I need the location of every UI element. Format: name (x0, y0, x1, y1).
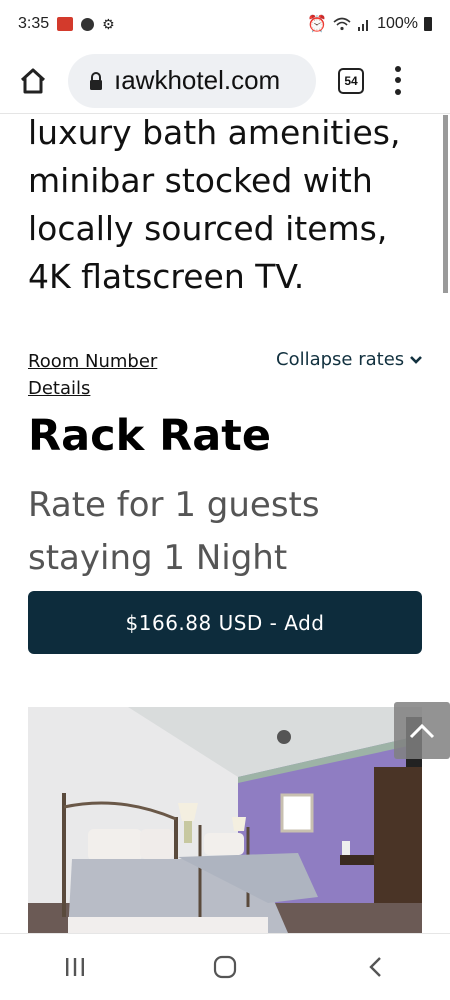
home-button[interactable] (12, 60, 54, 102)
recent-apps-icon (66, 958, 84, 976)
status-time: 3:35 (18, 15, 50, 32)
recent-apps-button[interactable] (45, 947, 105, 987)
browser-toolbar: ıawkhotel.com 54 (0, 48, 450, 114)
tab-switcher-button[interactable]: 54 (338, 67, 364, 94)
address-bar[interactable]: ıawkhotel.com (68, 53, 316, 108)
url-text: ıawkhotel.com (114, 65, 281, 95)
wifi-icon (333, 17, 351, 31)
notification-icon (57, 17, 74, 31)
back-to-top-button[interactable] (394, 702, 450, 759)
page-content[interactable]: luxury bath amenities, minibar stocked w… (0, 115, 450, 933)
collapse-rates-toggle[interactable]: Collapse rates (276, 348, 423, 372)
system-nav-bar (0, 933, 450, 1000)
chevron-down-icon (410, 356, 423, 364)
home-circle-icon (213, 955, 237, 979)
lock-icon (90, 71, 102, 90)
menu-dot (395, 66, 401, 73)
home-icon (20, 68, 46, 93)
scrollbar[interactable] (443, 115, 448, 293)
rate-title: Rack Rate (28, 411, 272, 461)
room-description: luxury bath amenities, minibar stocked w… (28, 115, 401, 296)
back-icon (369, 957, 381, 977)
rate-description: Rate for 1 guests staying 1 Night (28, 485, 320, 578)
settings-icon: ⚙ (102, 15, 115, 32)
signal-icon (358, 20, 369, 31)
add-rate-button[interactable]: $166.88 USD - Add (28, 591, 422, 654)
chevron-up-icon (409, 723, 435, 738)
room-photo (28, 707, 422, 933)
battery-icon (424, 17, 432, 31)
battery-text: 100% (377, 15, 418, 32)
room-number-details-link[interactable]: Room Number Details (28, 348, 198, 402)
collapse-rates-label: Collapse rates (276, 349, 405, 370)
menu-dot (395, 77, 401, 84)
menu-dot (395, 88, 401, 95)
browser-menu-button[interactable] (388, 64, 408, 98)
back-nav-button[interactable] (345, 947, 405, 987)
home-nav-button[interactable] (195, 947, 255, 987)
status-bar: 3:35 ⚙ ⏰ 100% (0, 0, 450, 48)
account-icon (81, 17, 95, 31)
alarm-icon: ⏰ (307, 16, 328, 33)
tab-count: 54 (344, 73, 358, 88)
